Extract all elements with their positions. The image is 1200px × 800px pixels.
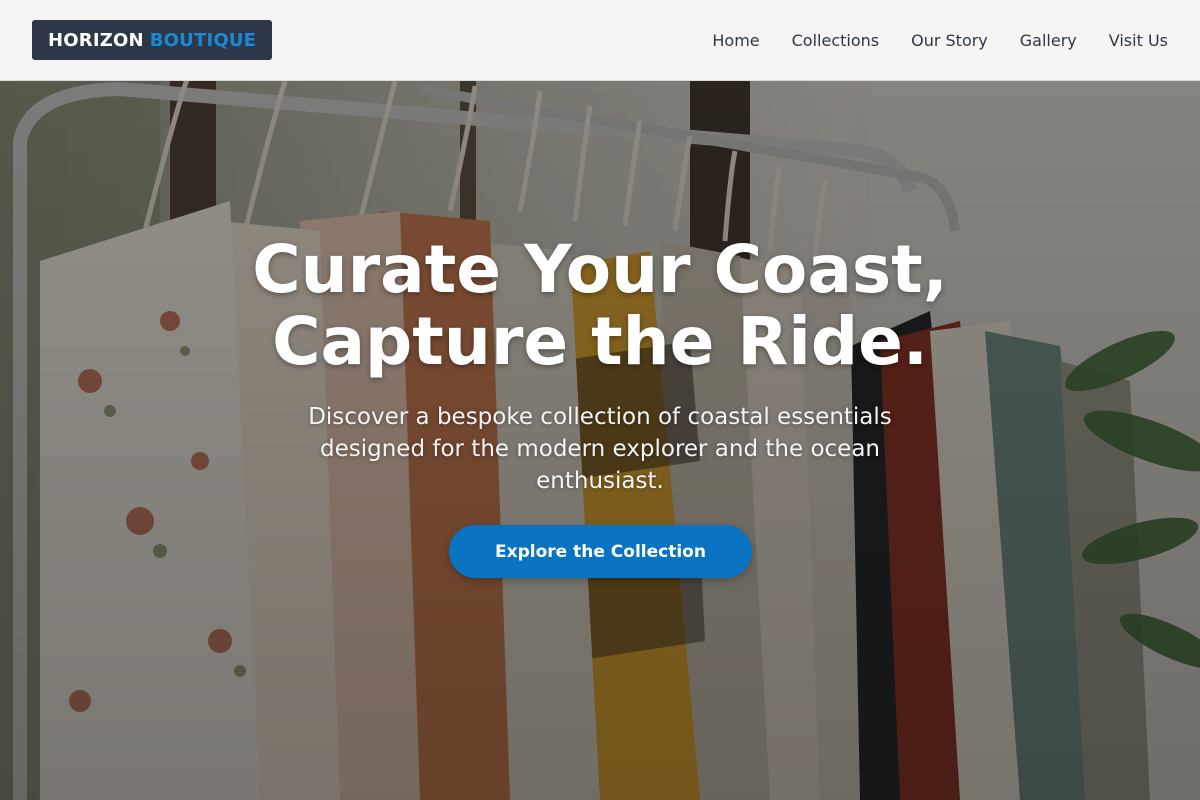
nav-link-our-story[interactable]: Our Story (911, 31, 988, 50)
hero-title-line-2: Capture the Ride. (272, 303, 928, 380)
hero-subtitle: Discover a bespoke collection of coastal… (308, 404, 892, 494)
main-nav: Home Collections Our Story Gallery Visit… (712, 0, 1168, 80)
hero-title-line-1: Curate Your Coast, (252, 231, 948, 308)
brand-name-accent: BOUTIQUE (149, 29, 257, 51)
brand-name-primary: HORIZON (48, 29, 144, 51)
nav-link-visit-us[interactable]: Visit Us (1109, 31, 1168, 50)
hero-title: Curate Your Coast, Capture the Ride. (0, 234, 1200, 378)
nav-link-home[interactable]: Home (712, 31, 759, 50)
nav-link-collections[interactable]: Collections (792, 31, 879, 50)
brand-logo[interactable]: HORIZON BOUTIQUE (32, 20, 273, 60)
top-nav-bar: HORIZON BOUTIQUE Home Collections Our St… (0, 0, 1200, 81)
explore-collection-button[interactable]: Explore the Collection (449, 525, 752, 578)
nav-link-gallery[interactable]: Gallery (1020, 31, 1077, 50)
homepage: HORIZON BOUTIQUE Home Collections Our St… (0, 0, 1200, 800)
hero-section: Curate Your Coast, Capture the Ride. Dis… (0, 0, 1200, 800)
